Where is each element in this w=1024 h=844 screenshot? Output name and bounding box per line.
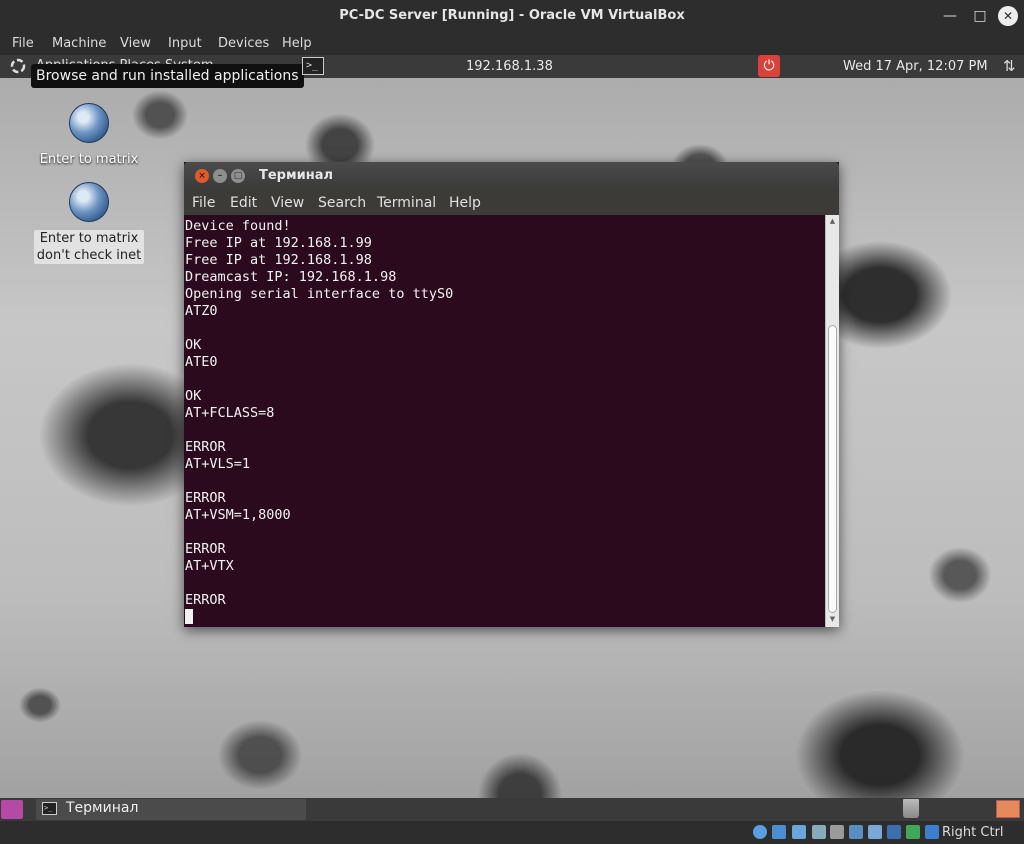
terminal-menu-help[interactable]: Help xyxy=(449,195,481,211)
host-menu-view[interactable]: View xyxy=(120,36,151,51)
host-key-label[interactable]: Right Ctrl xyxy=(942,825,1004,840)
host-menu-machine[interactable]: Machine xyxy=(52,36,106,51)
terminal-menu-search[interactable]: Search xyxy=(318,195,366,211)
maximize-icon[interactable]: □ xyxy=(231,169,245,183)
desktop-icon-enter-matrix[interactable]: Enter to matrix xyxy=(29,103,149,168)
trash-icon[interactable] xyxy=(903,799,919,818)
audio-icon[interactable] xyxy=(772,825,786,839)
virtualization-icon[interactable] xyxy=(887,825,901,839)
scroll-up-icon[interactable]: ▲ xyxy=(829,217,836,225)
power-icon[interactable]: ⏻ xyxy=(758,55,780,77)
display-icon[interactable] xyxy=(849,825,863,839)
terminal-scrollbar[interactable]: ▲ ▼ xyxy=(825,215,839,627)
desktop-icon-label: Enter to matrix xyxy=(39,152,139,167)
terminal-menu-edit[interactable]: Edit xyxy=(230,195,257,211)
ip-address-label: 192.168.1.38 xyxy=(466,59,553,74)
guest-screen: Applications Places System Browse and ru… xyxy=(0,55,1024,821)
guest-taskbar: >_ Терминал xyxy=(0,798,1024,821)
guest-top-panel: Applications Places System Browse and ru… xyxy=(0,55,1024,88)
host-window-title: PC-DC Server [Running] - Oracle VM Virtu… xyxy=(339,8,685,23)
globe-icon xyxy=(69,182,109,222)
terminal-menu-terminal[interactable]: Terminal xyxy=(377,195,436,211)
host-menu-devices[interactable]: Devices xyxy=(218,36,269,51)
terminal-output: Device found! Free IP at 192.168.1.99 Fr… xyxy=(185,218,453,627)
taskbar-window-label: Терминал xyxy=(66,800,139,816)
maximize-icon[interactable]: □ xyxy=(970,6,990,26)
minimize-icon[interactable]: — xyxy=(940,6,960,26)
host-statusbar: Right Ctrl xyxy=(0,821,1024,844)
mouse-integration-icon[interactable] xyxy=(925,825,939,839)
minimize-icon[interactable]: – xyxy=(213,169,227,183)
network-icon[interactable]: ⇅ xyxy=(1003,57,1016,75)
host-menubar: File Machine View Input Devices Help xyxy=(0,32,1024,55)
host-menu-help[interactable]: Help xyxy=(282,36,312,51)
scrollbar-thumb[interactable] xyxy=(828,325,837,613)
usb-icon[interactable] xyxy=(812,825,826,839)
close-icon[interactable]: ✕ xyxy=(998,6,1018,26)
terminal-launcher-icon[interactable]: >_ xyxy=(302,57,324,75)
host-menu-input[interactable]: Input xyxy=(168,36,202,51)
taskbar-window-button[interactable]: >_ Терминал xyxy=(36,799,306,820)
close-icon[interactable]: × xyxy=(195,169,209,183)
applications-menu-icon[interactable] xyxy=(8,56,28,76)
desktop-icon-label: Enter to matrix don't check inet xyxy=(33,230,145,264)
text-cursor xyxy=(185,609,193,624)
host-titlebar: PC-DC Server [Running] - Oracle VM Virtu… xyxy=(0,0,1024,32)
terminal-window: × – □ Терминал File Edit View Search Ter… xyxy=(184,162,839,627)
globe-icon xyxy=(69,103,109,143)
desktop-icon-enter-matrix-no-inet[interactable]: Enter to matrix don't check inet xyxy=(29,182,149,264)
optical-drive-icon[interactable] xyxy=(753,825,767,839)
video-capture-icon[interactable] xyxy=(868,825,882,839)
scroll-down-icon[interactable]: ▼ xyxy=(829,615,836,623)
terminal-menu-view[interactable]: View xyxy=(271,195,304,211)
workspace-switcher-icon[interactable] xyxy=(996,800,1020,818)
network-adapter-icon[interactable] xyxy=(792,825,806,839)
cpu-activity-icon[interactable] xyxy=(906,825,920,839)
terminal-icon: >_ xyxy=(42,802,57,815)
clock[interactable]: Wed 17 Apr, 12:07 PM xyxy=(843,59,988,74)
terminal-menubar: File Edit View Search Terminal Help xyxy=(184,190,839,215)
shared-folders-icon[interactable] xyxy=(830,825,844,839)
tooltip: Browse and run installed applications xyxy=(31,64,304,88)
terminal-titlebar[interactable]: × – □ Терминал xyxy=(184,162,839,190)
terminal-output-area[interactable]: Device found! Free IP at 192.168.1.99 Fr… xyxy=(184,215,825,627)
show-desktop-icon[interactable] xyxy=(1,800,23,819)
host-menu-file[interactable]: File xyxy=(12,36,34,51)
terminal-title: Терминал xyxy=(259,168,334,183)
terminal-menu-file[interactable]: File xyxy=(192,195,215,211)
